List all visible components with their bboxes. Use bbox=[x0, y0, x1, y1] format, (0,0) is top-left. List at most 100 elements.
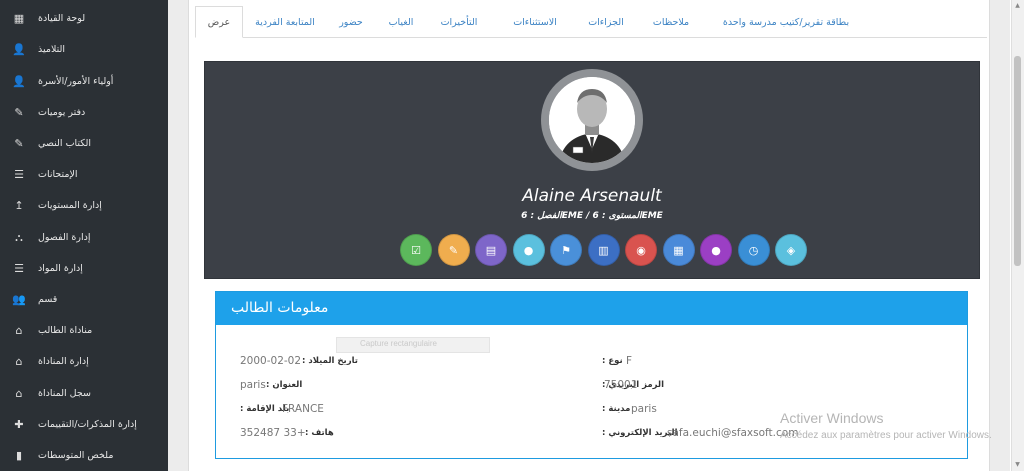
sidebar-item-label: الكتاب النصي bbox=[38, 138, 92, 149]
tool-icon: ✚ bbox=[14, 418, 24, 431]
sidebar-item-label: إدارة المذكرات/التقييمات bbox=[38, 419, 137, 430]
chart-icon: ▮ bbox=[15, 449, 23, 462]
address-label: العنوان : bbox=[266, 380, 303, 390]
tab-label: بطاقة تقرير/كتيب مدرسة واحدة bbox=[722, 16, 850, 28]
sidebar-item-label: التلاميذ bbox=[38, 44, 66, 55]
clock-button[interactable]: ◷ bbox=[737, 234, 770, 266]
file-button[interactable]: ▥ bbox=[587, 234, 620, 266]
bank-icon: ⌂ bbox=[15, 387, 23, 400]
file-icon: ▥ bbox=[598, 243, 609, 257]
flag-button[interactable]: ⚑ bbox=[550, 234, 582, 266]
tab-label: التأخيرات bbox=[440, 16, 478, 28]
sidebar-item-call-log[interactable]: ⌂ سجل المناداة bbox=[0, 378, 168, 409]
windows-activation-title: Activer Windows bbox=[780, 410, 884, 426]
calendar-icon: ▦ bbox=[673, 243, 684, 257]
student-icon: 👤 bbox=[12, 43, 26, 56]
sidebar-item-label: إدارة المستويات bbox=[38, 200, 102, 211]
tag-button[interactable]: ◈ bbox=[775, 234, 807, 266]
city-value: paris bbox=[631, 403, 657, 415]
list-icon: ☰ bbox=[14, 262, 24, 275]
tab-report-card[interactable]: بطاقة تقرير/كتيب مدرسة واحدة bbox=[709, 6, 863, 38]
sidebar-item-classes[interactable]: ⛬ إدارة الفصول bbox=[0, 222, 168, 253]
eye-button[interactable]: ◉ bbox=[625, 234, 657, 266]
edit-icon: ✎ bbox=[14, 137, 24, 150]
tab-attendance[interactable]: حضور bbox=[327, 6, 375, 38]
parent-icon: 👤 bbox=[12, 75, 26, 88]
sidebar-item-student-call[interactable]: ⌂ مناداة الطالب bbox=[0, 315, 168, 346]
sidebar-item-averages[interactable]: ▮ ملخص المتوسطات bbox=[0, 440, 168, 471]
capture-overlay-text: Capture rectangulaire bbox=[360, 339, 437, 348]
sidebar-item-students[interactable]: 👤 التلاميذ bbox=[0, 34, 168, 65]
sidebar-item-notes[interactable]: ✚ إدارة المذكرات/التقييمات bbox=[0, 409, 168, 440]
sidebar-item-label: إدارة المناداة bbox=[38, 356, 89, 367]
sidebar-item-dashboard[interactable]: ▦ لوحة القيادة bbox=[0, 3, 168, 34]
sidebar-item-subjects[interactable]: ☰ إدارة المواد bbox=[0, 253, 168, 284]
postal-value: 75001 bbox=[604, 379, 637, 391]
edit-button[interactable]: ✎ bbox=[437, 234, 470, 266]
sidebar-item-call-management[interactable]: ⌂ إدارة المناداة bbox=[0, 346, 168, 377]
student-name: Alaine Arsenault bbox=[522, 186, 662, 206]
gender-value: F bbox=[626, 355, 633, 367]
sidebar-item-label: أولياء الأمور/الأسرة bbox=[38, 76, 114, 87]
phone-label: هاتف : bbox=[305, 428, 334, 438]
sidebar-item-exams[interactable]: ☰ الإمتحانات bbox=[0, 159, 168, 190]
bank-icon: ⌂ bbox=[15, 355, 23, 368]
tab-label: حضور bbox=[339, 16, 363, 28]
flag-icon: ⚑ bbox=[561, 243, 571, 257]
tab-label: المتابعة الفردية bbox=[255, 16, 315, 28]
action-buttons: ☑ ✎ ▤ ● ⚑ ▥ ◉ ▦ ● ◷ ◈ bbox=[400, 234, 813, 266]
tab-individual-followup[interactable]: المتابعة الفردية bbox=[243, 6, 327, 38]
comment-button[interactable]: ● bbox=[700, 234, 732, 266]
tab-remarks[interactable]: ملاحظات bbox=[633, 6, 709, 38]
sidebar-item-label: قسم bbox=[38, 294, 58, 305]
check-button[interactable]: ☑ bbox=[400, 234, 432, 266]
birthdate-label: تاريخ الميلاد : bbox=[302, 356, 359, 366]
edit-icon: ✎ bbox=[14, 106, 24, 119]
sidebar: ▦ لوحة القيادة 👤 التلاميذ 👤 أولياء الأمو… bbox=[0, 0, 168, 471]
birthdate-value: 2000-02-02 bbox=[240, 355, 302, 367]
users-icon: 👥 bbox=[12, 293, 26, 306]
tab-bar: عرض المتابعة الفردية حضور الغياب التأخير… bbox=[195, 6, 987, 38]
tab-sanctions[interactable]: الجزاءات bbox=[579, 6, 633, 38]
tab-absence[interactable]: الغياب bbox=[375, 6, 427, 38]
calendar-button[interactable]: ▦ bbox=[662, 234, 695, 266]
address-value: paris bbox=[240, 379, 266, 391]
sidebar-item-label: مناداة الطالب bbox=[38, 325, 93, 336]
city-label: مدينة : bbox=[602, 404, 631, 414]
sidebar-item-journal[interactable]: ✎ دفتر يوميات bbox=[0, 97, 168, 128]
scrollbar-thumb[interactable] bbox=[1014, 56, 1021, 266]
avatar bbox=[549, 77, 635, 163]
card-header: معلومات الطالب bbox=[216, 292, 967, 325]
sidebar-item-section[interactable]: 👥 قسم bbox=[0, 284, 168, 315]
sidebar-item-label: إدارة المواد bbox=[38, 263, 83, 274]
scroll-up-icon[interactable]: ▲ bbox=[1012, 1, 1023, 11]
email-value: safa.euchi@sfaxsoft.com bbox=[667, 427, 799, 439]
phone-value: +33 352487 bbox=[240, 427, 306, 439]
tab-label: الغياب bbox=[388, 16, 414, 28]
tab-delays[interactable]: التأخيرات bbox=[427, 6, 491, 38]
user-icon: ● bbox=[523, 243, 534, 257]
bank-icon: ⌂ bbox=[15, 324, 23, 337]
sidebar-item-textbook[interactable]: ✎ الكتاب النصي bbox=[0, 128, 168, 159]
sidebar-item-label: الإمتحانات bbox=[38, 169, 78, 180]
tab-view[interactable]: عرض bbox=[195, 6, 243, 38]
sidebar-item-label: لوحة القيادة bbox=[38, 13, 86, 24]
eye-icon: ◉ bbox=[636, 243, 646, 257]
tab-exceptions[interactable]: الاستثناءات bbox=[491, 6, 579, 38]
scroll-down-icon[interactable]: ▼ bbox=[1012, 460, 1023, 470]
sidebar-item-parents[interactable]: 👤 أولياء الأمور/الأسرة bbox=[0, 66, 168, 97]
sidebar-item-label: إدارة الفصول bbox=[38, 232, 91, 243]
document-button[interactable]: ▤ bbox=[475, 234, 507, 266]
tag-icon: ◈ bbox=[786, 243, 796, 257]
sitemap-icon: ⛬ bbox=[15, 230, 23, 244]
tab-label: ملاحظات bbox=[652, 16, 690, 28]
tab-label: الاستثناءات bbox=[513, 16, 557, 28]
gender-label: نوع : bbox=[602, 356, 623, 366]
comment-icon: ● bbox=[711, 243, 721, 257]
sidebar-item-label: دفتر يوميات bbox=[38, 107, 86, 118]
edit-icon: ✎ bbox=[448, 243, 459, 257]
check-icon: ☑ bbox=[411, 243, 421, 257]
home-icon: ▦ bbox=[13, 12, 25, 25]
sidebar-item-levels[interactable]: ↥ إدارة المستويات bbox=[0, 190, 168, 221]
user-button[interactable]: ● bbox=[512, 234, 545, 266]
